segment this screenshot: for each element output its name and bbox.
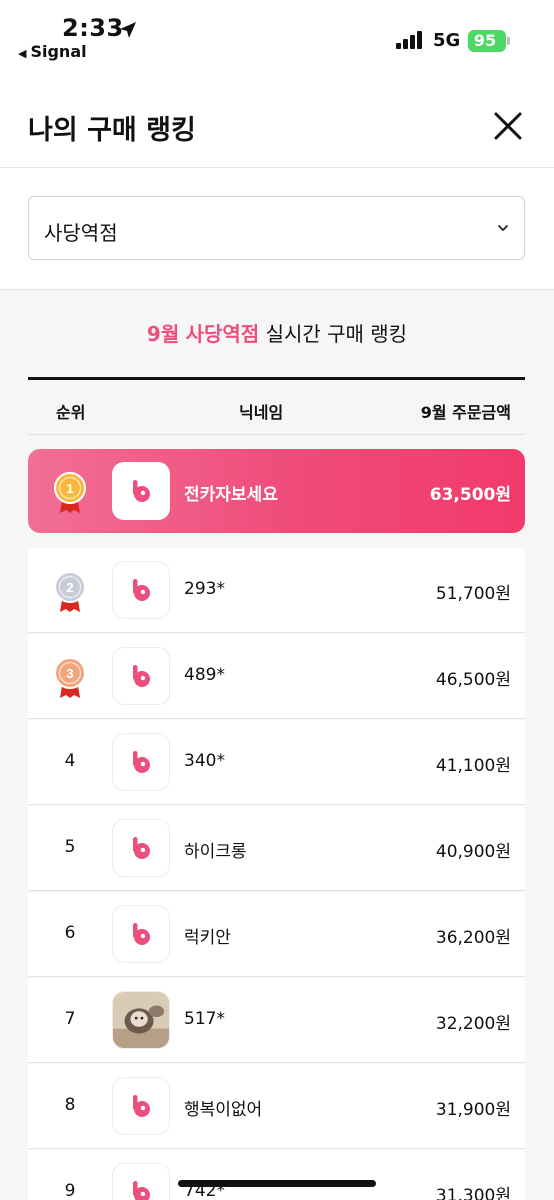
status-time: 2:33 — [62, 14, 124, 42]
silver-medal-icon: 2 — [54, 571, 86, 612]
network-type: 5G — [433, 30, 461, 51]
column-header-amount: 9월 주문금액 — [420, 403, 511, 422]
brand-logo-icon — [133, 1095, 150, 1117]
rank-number: 9 — [64, 1181, 76, 1200]
avatar — [112, 647, 170, 705]
ranking-heading: 9월 사당역점 실시간 구매 랭킹 — [0, 318, 554, 347]
back-app-label: Signal — [30, 42, 87, 61]
order-amount: 40,900원 — [435, 842, 511, 862]
brand-logo-icon — [133, 837, 150, 859]
avatar — [112, 561, 170, 619]
user-photo-avatar — [113, 992, 169, 1048]
nickname: 517* — [184, 1009, 225, 1029]
bronze-medal-icon: 3 — [54, 657, 86, 698]
svg-text:3: 3 — [66, 666, 73, 681]
order-amount: 32,200원 — [435, 1014, 511, 1034]
battery-icon: 95 — [468, 30, 510, 52]
ranking-row: 5 하이크롱 40,900원 — [28, 806, 525, 891]
home-indicator — [178, 1180, 376, 1187]
avatar — [112, 819, 170, 877]
rank-number: 4 — [64, 751, 76, 771]
cellular-signal-icon — [396, 31, 422, 49]
rank-number: 5 — [64, 837, 76, 857]
order-amount: 46,500원 — [435, 670, 511, 690]
brand-logo-icon — [133, 579, 150, 601]
column-header-rank: 순위 — [56, 403, 86, 422]
rank-number: 7 — [64, 1009, 76, 1029]
nickname: 럭키안 — [184, 928, 231, 948]
ranking-table-header: 순위 닉네임 9월 주문금액 — [28, 377, 525, 435]
nickname: 행복이없어 — [184, 1100, 263, 1120]
nickname: 489* — [184, 665, 225, 685]
page-header: 나의 구매 랭킹 — [0, 76, 554, 168]
back-triangle-icon: ◀ — [18, 47, 27, 60]
ranking-row: 7 517* 32,200원 — [28, 978, 525, 1063]
avatar — [112, 733, 170, 791]
avatar — [112, 462, 170, 520]
close-icon[interactable] — [490, 108, 526, 144]
svg-text:2: 2 — [66, 580, 73, 595]
avatar — [112, 1077, 170, 1135]
order-amount: 31,300원 — [435, 1186, 511, 1200]
avatar — [112, 991, 170, 1049]
ranking-heading-store: 사당역점 — [185, 322, 260, 346]
store-select-section: 사당역점 — [0, 168, 554, 290]
brand-logo-icon — [133, 751, 150, 773]
nickname: 340* — [184, 751, 225, 771]
ranking-row: 2 293* 51,700원 — [28, 548, 525, 633]
ranking-row-top: 1 전카자보세요 63,500원 — [28, 449, 525, 533]
store-dropdown-value: 사당역점 — [44, 221, 118, 245]
back-to-app-link[interactable]: ◀ Signal — [18, 42, 87, 61]
ranking-row: 9 742* 31,300원 — [28, 1150, 525, 1200]
brand-logo-icon — [133, 665, 150, 687]
ranking-row: 4 340* 41,100원 — [28, 720, 525, 805]
order-amount: 36,200원 — [435, 928, 511, 948]
order-amount: 63,500원 — [429, 485, 511, 505]
chevron-down-icon — [498, 225, 508, 231]
order-amount: 41,100원 — [435, 756, 511, 776]
ranking-heading-month: 9월 — [146, 322, 180, 346]
avatar — [112, 1163, 170, 1200]
order-amount: 51,700원 — [435, 584, 511, 604]
brand-logo-icon — [133, 1181, 150, 1200]
page-title: 나의 구매 랭킹 — [28, 115, 196, 146]
svg-text:1: 1 — [66, 481, 73, 496]
rank-number: 6 — [64, 923, 76, 943]
avatar — [112, 905, 170, 963]
ranking-heading-suffix: 실시간 구매 랭킹 — [265, 322, 408, 346]
rank-number: 8 — [64, 1095, 76, 1115]
ranking-row: 8 행복이없어 31,900원 — [28, 1064, 525, 1149]
nickname: 293* — [184, 579, 225, 599]
location-arrow-icon — [120, 22, 136, 38]
nickname: 전카자보세요 — [184, 485, 278, 505]
order-amount: 31,900원 — [435, 1100, 511, 1120]
nickname: 하이크롱 — [184, 842, 247, 862]
ranking-row: 3 489* 46,500원 — [28, 634, 525, 719]
gold-medal-icon: 1 — [54, 472, 86, 513]
ranking-row: 6 럭키안 36,200원 — [28, 892, 525, 977]
status-bar: 2:33 ◀ Signal 5G 95 — [0, 0, 554, 76]
column-header-nickname: 닉네임 — [239, 403, 284, 422]
brand-logo-icon — [133, 480, 150, 502]
brand-logo-icon — [133, 923, 150, 945]
store-dropdown[interactable]: 사당역점 — [28, 196, 525, 260]
